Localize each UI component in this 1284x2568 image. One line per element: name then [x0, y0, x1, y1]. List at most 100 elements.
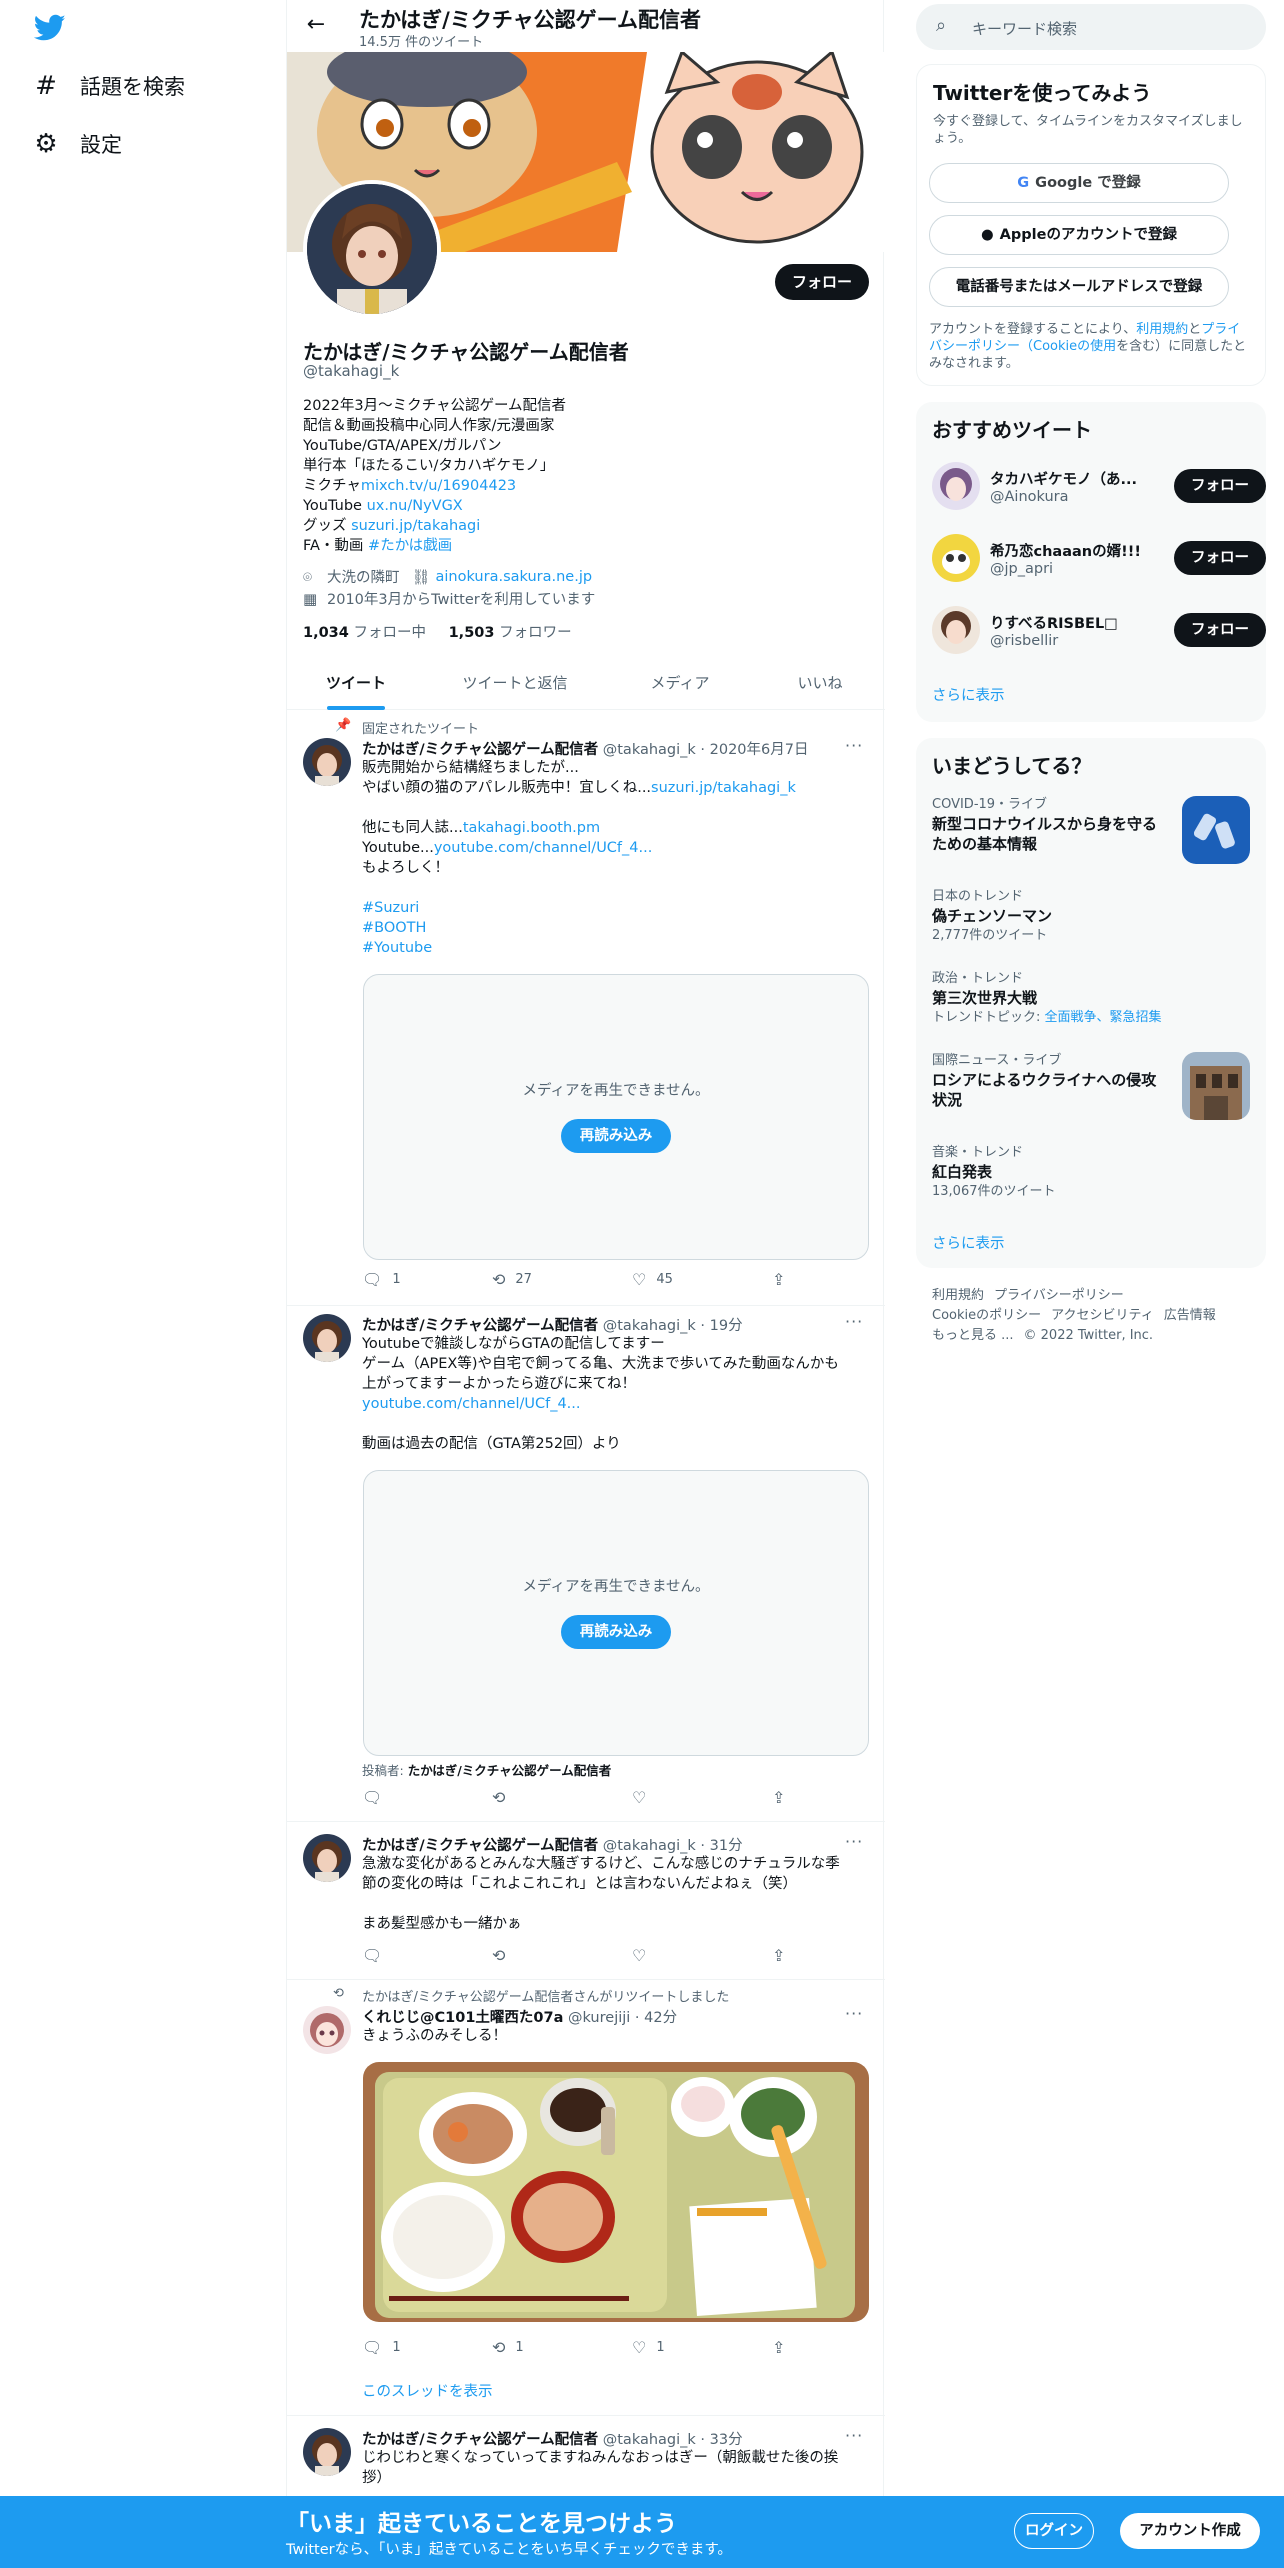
followers-link[interactable]: 1,503 フォロワー — [449, 625, 572, 641]
login-button[interactable]: ログイン — [1014, 2513, 1094, 2549]
tweet-author[interactable]: たかはぎ/ミクチャ公認ゲーム配信者 — [362, 1318, 598, 1334]
footer-ads-link[interactable]: 広告情報 — [1164, 1308, 1216, 1323]
tweet-hashtag[interactable]: #Youtube — [362, 938, 872, 958]
trend-item[interactable]: 国際ニュース・ライブ ロシアによるウクライナへの侵攻 状況 — [932, 1052, 1250, 1120]
footer-cookie-link[interactable]: Cookieのポリシー — [932, 1308, 1041, 1323]
website-link[interactable]: ainokura.sakura.ne.jp — [436, 569, 593, 585]
bio-link-suzuri[interactable]: suzuri.jp/takahagi — [351, 518, 480, 534]
reply-icon: 🗨 — [362, 1946, 383, 1965]
tab-likes[interactable]: いいね — [755, 658, 885, 710]
retweet-button[interactable]: ⟲ 1 — [492, 2338, 524, 2357]
retweeted-by[interactable]: たかはぎ/ミクチャ公認ゲーム配信者さんがリツイートしました — [362, 1986, 729, 2005]
tab-tweets-replies[interactable]: ツイートと返信 — [425, 658, 605, 710]
tweet-author[interactable]: くれじじ@C101土曜西た07a — [362, 2010, 563, 2026]
reco-show-more[interactable]: さらに表示 — [932, 684, 1005, 705]
footer-privacy-link[interactable]: プライバシーポリシー — [994, 1288, 1124, 1303]
tweet-avatar[interactable] — [303, 1834, 351, 1882]
reco-user[interactable]: 希乃恋chaaanの婿!!! @jp_apri フォロー — [932, 534, 1266, 586]
nav-explore[interactable]: # 話題を検索 — [30, 64, 185, 108]
reco-follow-button[interactable]: フォロー — [1174, 613, 1266, 647]
reply-button[interactable]: 🗨 1 — [362, 2338, 401, 2357]
terms-link[interactable]: 利用規約 — [1136, 322, 1188, 337]
tweet-avatar[interactable] — [303, 1314, 351, 1362]
retweet-button[interactable]: ⟲ — [492, 1788, 515, 1807]
phone-email-signup-button[interactable]: 電話番号またはメールアドレスで登録 — [929, 267, 1229, 307]
following-link[interactable]: 1,034 フォロー中 — [303, 625, 426, 641]
trend-topic-links[interactable]: 全面戦争、緊急招集 — [1045, 1010, 1162, 1025]
share-button[interactable]: ⇪ — [772, 1788, 795, 1807]
tweet-hashtag[interactable]: #Suzuri — [362, 898, 872, 918]
google-signup-button[interactable]: G Google で登録 — [929, 163, 1229, 203]
bio-link-youtube[interactable]: ux.nu/NyVGX — [367, 498, 463, 514]
tweet-author[interactable]: たかはぎ/ミクチャ公認ゲーム配信者 — [362, 742, 598, 758]
trends-show-more[interactable]: さらに表示 — [932, 1232, 1005, 1253]
search-input[interactable]: ⌕ キーワード検索 — [916, 4, 1266, 50]
trend-item[interactable]: 政治・トレンド 第三次世界大戦 トレンドトピック: 全面戦争、緊急招集 — [932, 970, 1250, 1028]
more-options-icon[interactable]: ··· — [845, 736, 863, 755]
tweet[interactable]: ⟲ たかはぎ/ミクチャ公認ゲーム配信者さんがリツイートしました くれじじ@C10… — [287, 1980, 885, 2416]
reload-button[interactable]: 再読み込み — [561, 1119, 671, 1153]
profile-avatar[interactable] — [303, 180, 441, 318]
more-options-icon[interactable]: ··· — [845, 1832, 863, 1851]
tweet-link[interactable]: suzuri.jp/takahagi_k — [651, 780, 796, 796]
tweet[interactable]: 📌 固定されたツイート たかはぎ/ミクチャ公認ゲーム配信者 @takahagi_… — [287, 710, 885, 1306]
footer-terms-link[interactable]: 利用規約 — [932, 1288, 984, 1303]
tab-tweets[interactable]: ツイート — [287, 658, 425, 710]
reco-user[interactable]: りすべるRISBEL□ @risbellir フォロー — [932, 606, 1266, 658]
reply-button[interactable]: 🗨 1 — [362, 1270, 401, 1289]
poster-name[interactable]: たかはぎ/ミクチャ公認ゲーム配信者 — [408, 1763, 612, 1778]
tweet-author[interactable]: たかはぎ/ミクチャ公認ゲーム配信者 — [362, 1838, 598, 1854]
follow-button[interactable]: フォロー — [775, 264, 869, 300]
show-thread-link[interactable]: このスレッドを表示 — [362, 2380, 493, 2401]
nav-settings[interactable]: ⚙ 設定 — [30, 122, 122, 166]
reco-user[interactable]: タカハギケモノ（あ... @Ainokura フォロー — [932, 462, 1266, 514]
back-arrow-icon[interactable]: ← — [301, 12, 331, 42]
footer-more-link[interactable]: もっと見る ... — [932, 1328, 1014, 1343]
tweet-avatar[interactable] — [303, 2006, 351, 2054]
share-button[interactable]: ⇪ — [772, 1270, 795, 1289]
tweet-link[interactable]: youtube.com/channel/UCf_4... — [434, 840, 653, 856]
tweet-hashtag[interactable]: #BOOTH — [362, 918, 872, 938]
bio-link-mixch[interactable]: mixch.tv/u/16904423 — [361, 478, 516, 494]
share-button[interactable]: ⇪ — [772, 1946, 795, 1965]
tweet-line: じわじわと寒くなっていってますねみんなおっはぎー（朝飯載せた後の挨 — [362, 2450, 839, 2466]
share-button[interactable]: ⇪ — [772, 2338, 795, 2357]
heart-icon: ♡ — [632, 1270, 647, 1289]
like-button[interactable]: ♡ 1 — [632, 2338, 665, 2357]
apple-signup-button[interactable]: ● Appleのアカウントで登録 — [929, 215, 1229, 255]
twitter-logo-icon[interactable] — [34, 14, 66, 42]
tweet[interactable]: たかはぎ/ミクチャ公認ゲーム配信者 @takahagi_k · 19分 ··· … — [287, 1306, 885, 1822]
tweet-author[interactable]: たかはぎ/ミクチャ公認ゲーム配信者 — [362, 2432, 598, 2448]
retweet-button[interactable]: ⟲ 27 — [492, 1270, 532, 1289]
reload-button[interactable]: 再読み込み — [561, 1615, 671, 1649]
tweet-avatar[interactable] — [303, 2428, 351, 2476]
poster-label: 投稿者: — [362, 1763, 408, 1778]
create-account-button[interactable]: アカウント作成 — [1120, 2513, 1260, 2549]
reco-handle: @Ainokura — [990, 489, 1069, 505]
retweet-button[interactable]: ⟲ — [492, 1946, 515, 1965]
reply-button[interactable]: 🗨 — [362, 1788, 392, 1807]
trend-item[interactable]: 日本のトレンド 偽チェンソーマン 2,777件のツイート — [932, 888, 1250, 946]
bio-hashtag[interactable]: #たかは戯画 — [368, 538, 452, 554]
footer-accessibility-link[interactable]: アクセシビリティ — [1051, 1308, 1154, 1323]
reco-follow-button[interactable]: フォロー — [1174, 541, 1266, 575]
tab-media[interactable]: メディア — [605, 658, 755, 710]
trend-item[interactable]: 音楽・トレンド 紅白発表 13,067件のツイート — [932, 1144, 1250, 1202]
main-column: ← たかはぎ/ミクチャ公認ゲーム配信者 14.5万 件のツイート フォロー たか… — [286, 0, 885, 2568]
like-button[interactable]: ♡ 45 — [632, 1270, 673, 1289]
more-options-icon[interactable]: ··· — [845, 1312, 863, 1331]
tweet-photo[interactable] — [363, 2062, 869, 2322]
tweet[interactable]: たかはぎ/ミクチャ公認ゲーム配信者 @takahagi_k · 31分 ··· … — [287, 1822, 885, 1980]
tweet-avatar[interactable] — [303, 738, 351, 786]
more-options-icon[interactable]: ··· — [845, 2004, 863, 2023]
heart-icon: ♡ — [632, 1788, 647, 1807]
like-button[interactable]: ♡ — [632, 1788, 656, 1807]
tweet-link[interactable]: youtube.com/channel/UCf_4... — [362, 1394, 872, 1414]
reply-button[interactable]: 🗨 — [362, 1946, 392, 1965]
bio-line: 2022年3月～ミクチャ公認ゲーム配信者 — [303, 398, 567, 414]
like-button[interactable]: ♡ — [632, 1946, 656, 1965]
tweet-link[interactable]: takahagi.booth.pm — [463, 820, 600, 836]
reco-follow-button[interactable]: フォロー — [1174, 469, 1266, 503]
trend-item[interactable]: COVID-19・ライブ 新型コロナウイルスから身を守る ための基本情報 — [932, 796, 1250, 864]
more-options-icon[interactable]: ··· — [845, 2426, 863, 2445]
